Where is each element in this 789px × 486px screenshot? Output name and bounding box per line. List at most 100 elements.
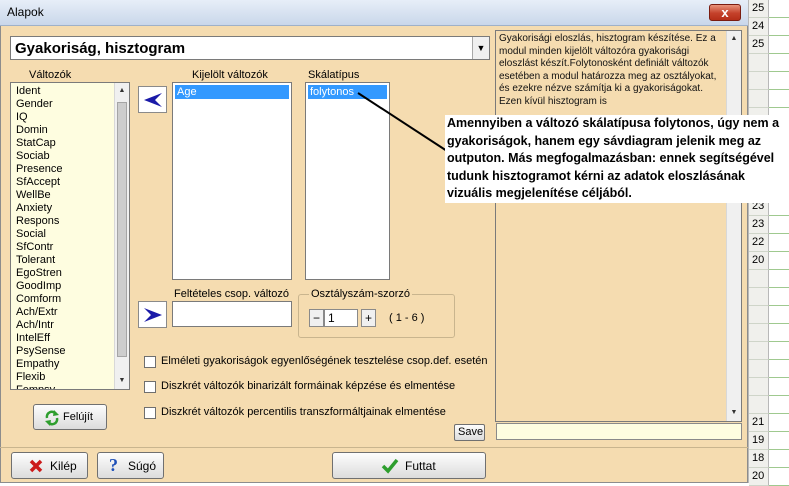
sheet-cell[interactable] [769, 252, 789, 270]
variables-list[interactable]: Ident Gender IQ Domin StatCap Sociab Presence S… [10, 82, 130, 390]
sheet-cell[interactable] [769, 342, 789, 360]
title-bar[interactable]: Alapok x [0, 0, 748, 26]
list-item[interactable]: StatCap [16, 137, 66, 150]
sheet-cell[interactable] [769, 18, 789, 36]
scroll-up-icon[interactable]: ▲ [116, 84, 128, 98]
sheet-cell[interactable] [769, 414, 789, 432]
list-item[interactable]: Presence [16, 163, 66, 176]
list-item[interactable]: IQ [16, 111, 66, 124]
refresh-button[interactable]: Felújít [33, 404, 107, 430]
class-multiplier-label: Osztályszám-szorzó [309, 288, 413, 300]
sheet-cell[interactable] [769, 234, 789, 252]
list-item[interactable]: GoodImp [16, 280, 66, 293]
sheet-cell[interactable] [769, 90, 789, 108]
variables-scrollbar[interactable]: ▲ ▼ [114, 83, 129, 389]
scale-type-label: Skálatípus [308, 69, 360, 81]
sheet-cell[interactable] [769, 306, 789, 324]
list-item[interactable]: Age [175, 85, 289, 99]
list-item[interactable]: Domin [16, 124, 66, 137]
help-button-label: Súgó [128, 459, 157, 473]
list-item[interactable]: Empathy [16, 358, 66, 371]
list-item[interactable]: Respons [16, 215, 66, 228]
description-panel: Gyakorisági eloszlás, hisztogram készíté… [495, 30, 742, 422]
sheet-cell[interactable] [769, 216, 789, 234]
divider [0, 447, 748, 448]
sheet-row-number [749, 396, 769, 414]
close-button[interactable]: x [709, 4, 741, 21]
list-item[interactable]: Flexib [16, 371, 66, 384]
list-item[interactable]: PsySense [16, 345, 66, 358]
option-checkbox-1[interactable] [144, 356, 156, 368]
scroll-down-icon[interactable]: ▼ [728, 406, 740, 420]
list-item[interactable]: Sociab [16, 150, 66, 163]
list-item[interactable]: Anxiety [16, 202, 66, 215]
sheet-cell[interactable] [769, 72, 789, 90]
sheet-row-number: 20 [749, 252, 769, 270]
list-item[interactable]: Tolerant [16, 254, 66, 267]
save-button[interactable]: Save [454, 424, 485, 441]
arrow-left-icon [144, 93, 162, 107]
remove-variable-button[interactable] [138, 86, 167, 113]
conditional-variable-field[interactable] [172, 301, 292, 327]
sheet-row-number: 19 [749, 432, 769, 450]
sheet-cell[interactable] [769, 432, 789, 450]
scrollbar-thumb[interactable] [117, 102, 127, 357]
list-item[interactable]: Ach/Intr [16, 319, 66, 332]
list-item[interactable]: WellBe [16, 189, 66, 202]
sheet-cell[interactable] [769, 360, 789, 378]
class-multiplier-input[interactable]: 1 [324, 309, 358, 327]
decrement-button[interactable]: − [309, 309, 324, 327]
sheet-row-number [749, 360, 769, 378]
add-conditional-button[interactable] [138, 301, 167, 328]
list-item[interactable]: Comform [16, 293, 66, 306]
scroll-up-icon[interactable]: ▲ [728, 32, 740, 46]
sheet-row-number: 20 [749, 468, 769, 486]
list-item[interactable]: IntelEff [16, 332, 66, 345]
callout-pointer [357, 92, 448, 152]
annotation-callout: Amennyiben a változó skálatípusa folyton… [445, 115, 789, 203]
module-select[interactable]: Gyakoriság, hisztogram ▼ [10, 36, 490, 60]
list-item[interactable]: Social [16, 228, 66, 241]
list-item[interactable]: Fempsy [16, 384, 66, 389]
sheet-cell[interactable] [769, 270, 789, 288]
spreadsheet-background: 25 24 25 23 23 22 20 21 19 18 20 [748, 0, 789, 486]
sheet-cell[interactable] [769, 396, 789, 414]
selected-variables-list[interactable]: Age [172, 82, 292, 280]
sheet-row-number [749, 72, 769, 90]
list-item[interactable]: SfAccept [16, 176, 66, 189]
sheet-cell[interactable] [769, 54, 789, 72]
option-checkbox-2[interactable] [144, 381, 156, 393]
scroll-down-icon[interactable]: ▼ [116, 374, 128, 388]
sheet-row-number [749, 54, 769, 72]
refresh-button-label: Felújít [63, 411, 93, 423]
sheet-cell[interactable] [769, 378, 789, 396]
run-button-label: Futtat [405, 459, 436, 473]
run-button[interactable]: Futtat [332, 452, 486, 479]
status-field [496, 423, 742, 440]
option-checkbox-3[interactable] [144, 407, 156, 419]
sheet-row-number [749, 324, 769, 342]
sheet-cell[interactable] [769, 450, 789, 468]
increment-button[interactable]: + [361, 309, 376, 327]
sheet-row-number: 25 [749, 36, 769, 54]
sheet-row-number [749, 288, 769, 306]
variables-label: Változók [29, 69, 72, 81]
list-item[interactable]: Ident [16, 85, 66, 98]
exit-button-label: Kilép [50, 459, 77, 473]
description-text: Gyakorisági eloszlás, hisztogram készíté… [499, 33, 717, 107]
description-scrollbar[interactable]: ▲ ▼ [726, 31, 741, 421]
close-icon [29, 459, 43, 473]
window-title: Alapok [7, 5, 44, 19]
help-button[interactable]: ? Súgó [97, 452, 164, 479]
exit-button[interactable]: Kilép [11, 452, 88, 479]
chevron-down-icon[interactable]: ▼ [472, 37, 489, 59]
list-item[interactable]: Gender [16, 98, 66, 111]
sheet-cell[interactable] [769, 0, 789, 18]
list-item[interactable]: EgoStren [16, 267, 66, 280]
sheet-cell[interactable] [769, 288, 789, 306]
list-item[interactable]: SfContr [16, 241, 66, 254]
list-item[interactable]: Ach/Extr [16, 306, 66, 319]
sheet-cell[interactable] [769, 468, 789, 486]
sheet-cell[interactable] [769, 36, 789, 54]
sheet-cell[interactable] [769, 324, 789, 342]
